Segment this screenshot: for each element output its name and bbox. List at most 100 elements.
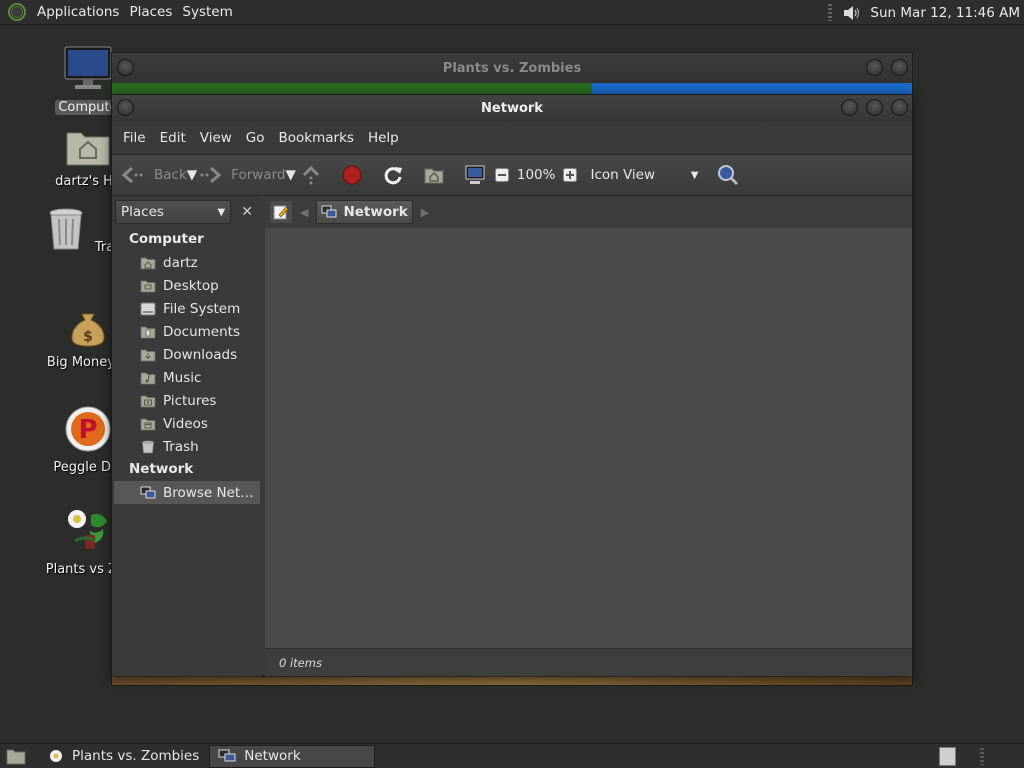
titlebar[interactable]: Network: [112, 95, 912, 122]
minimize-button[interactable]: [841, 99, 858, 116]
window-title: Plants vs. Zombies: [442, 60, 582, 76]
taskbar-item-label: Network: [244, 748, 301, 764]
breadcrumb-network[interactable]: Network: [316, 200, 413, 224]
zoom-out-icon: [494, 168, 509, 182]
view-mode-label: Icon View: [590, 167, 656, 183]
sidebar-type-select[interactable]: Places ▼: [115, 200, 232, 224]
home-folder-icon: [140, 257, 156, 269]
window-menu-button[interactable]: [117, 99, 134, 116]
titlebar[interactable]: Plants vs. Zombies: [112, 53, 912, 83]
back-button[interactable]: Back: [120, 165, 187, 185]
search-button[interactable]: [716, 163, 740, 187]
trash-icon: [49, 208, 83, 250]
maximize-button[interactable]: [866, 99, 883, 116]
computer-button[interactable]: [464, 164, 486, 186]
sidebar-item-pictures[interactable]: Pictures: [112, 389, 262, 412]
sidebar-item-browse-network[interactable]: Browse Net…: [114, 481, 260, 504]
status-text: 0 items: [279, 655, 322, 670]
sidebar-item-label: Browse Net…: [163, 484, 254, 501]
back-history-dropdown[interactable]: ▼: [187, 167, 197, 183]
money-bag-icon: $: [71, 313, 105, 347]
menu-view[interactable]: View: [193, 130, 239, 146]
close-button[interactable]: [891, 59, 908, 76]
videos-folder-icon: [140, 418, 156, 430]
sidebar: Places ▼ ✕ Computer dartz Desktop File S…: [112, 196, 262, 676]
back-arrow-icon: [121, 166, 143, 184]
game-view-bottom: [112, 677, 912, 685]
stop-icon: [342, 165, 362, 185]
zoom-level[interactable]: 100%: [517, 167, 556, 183]
forward-label: Forward: [231, 167, 286, 183]
path-scroll-right-button[interactable]: ▶: [421, 206, 429, 219]
status-bar: 0 items: [265, 648, 912, 676]
plants-vs-zombies-icon: [68, 510, 107, 549]
edit-location-button[interactable]: [270, 201, 292, 223]
taskbar-item-network[interactable]: Network: [209, 744, 376, 768]
panel-grip: [828, 4, 833, 21]
menu-file[interactable]: File: [116, 130, 153, 146]
file-icon-view[interactable]: [265, 228, 912, 647]
close-button[interactable]: [891, 99, 908, 116]
taskbar-item-label: Plants vs. Zombies: [72, 748, 200, 764]
sidebar-item-label: Pictures: [163, 392, 217, 409]
clock[interactable]: Sun Mar 12, 11:46 AM: [870, 5, 1020, 21]
distro-logo-icon[interactable]: [8, 3, 26, 21]
sidebar-item-music[interactable]: Music: [112, 366, 262, 389]
sidebar-item-desktop[interactable]: Desktop: [112, 274, 262, 297]
path-scroll-left-button[interactable]: ◀: [300, 206, 308, 219]
window-network[interactable]: Network File Edit View Go Bookmarks Help…: [111, 94, 913, 676]
zoom-out-button[interactable]: [494, 168, 509, 182]
show-desktop-button[interactable]: [2, 745, 38, 768]
menu-edit[interactable]: Edit: [153, 130, 193, 146]
menu-system[interactable]: System: [177, 0, 237, 25]
workspace-switcher[interactable]: [939, 747, 956, 766]
close-sidebar-button[interactable]: ✕: [235, 200, 259, 224]
svg-text:$: $: [83, 329, 93, 345]
sidebar-item-documents[interactable]: Documents: [112, 320, 262, 343]
up-button[interactable]: [300, 164, 322, 186]
path-bar: ◀ Network ▶: [265, 196, 912, 228]
menu-places[interactable]: Places: [124, 0, 177, 25]
sidebar-item-downloads[interactable]: Downloads: [112, 343, 262, 366]
sidebar-item-dartz[interactable]: dartz: [112, 251, 262, 274]
sidebar-section-network: Network: [129, 461, 194, 477]
pencil-note-icon: [273, 205, 289, 220]
forward-history-dropdown[interactable]: ▼: [285, 167, 295, 183]
breadcrumb-label: Network: [343, 204, 408, 220]
menu-go[interactable]: Go: [239, 130, 272, 146]
home-button[interactable]: [423, 165, 445, 185]
taskbar-item-plants-vs-zombies[interactable]: Plants vs. Zombies: [40, 745, 207, 768]
toolbar: Back ▼ Forward ▼ 100% Icon View ▼: [112, 154, 912, 196]
sidebar-item-label: dartz: [163, 254, 198, 271]
menu-applications[interactable]: Applications: [32, 0, 124, 25]
forward-button[interactable]: Forward: [197, 165, 285, 185]
menu-bookmarks[interactable]: Bookmarks: [272, 130, 361, 146]
zoom-in-icon: [563, 168, 578, 182]
drive-icon: [140, 302, 156, 315]
computer-icon: [64, 46, 112, 89]
menu-help[interactable]: Help: [361, 130, 406, 146]
search-icon: [718, 165, 739, 186]
zoom-in-button[interactable]: [563, 168, 578, 182]
sidebar-item-label: Trash: [163, 438, 199, 455]
sidebar-item-label: Desktop: [163, 277, 219, 294]
sidebar-item-videos[interactable]: Videos: [112, 412, 262, 435]
reload-button[interactable]: [382, 164, 404, 186]
sidebar-item-trash[interactable]: Trash: [112, 435, 262, 458]
minimize-button[interactable]: [866, 59, 883, 76]
panel-grip: [980, 748, 984, 765]
network-icon: [321, 205, 337, 218]
sidebar-item-file-system[interactable]: File System: [112, 297, 262, 320]
downloads-folder-icon: [140, 349, 156, 361]
stop-button[interactable]: [341, 164, 363, 186]
view-mode-select[interactable]: Icon View ▼: [590, 167, 698, 183]
network-icon: [218, 749, 236, 762]
window-title: Network: [481, 101, 543, 116]
window-menu-button[interactable]: [117, 59, 134, 76]
back-label: Back: [154, 167, 187, 183]
desktop-folder-icon: [140, 280, 156, 292]
speaker-icon[interactable]: [842, 4, 862, 22]
main-pane: ◀ Network ▶ 0 items: [265, 196, 912, 676]
sidebar-section-computer: Computer: [129, 231, 204, 247]
top-panel: Applications Places System Sun Mar 12, 1…: [0, 0, 1024, 25]
